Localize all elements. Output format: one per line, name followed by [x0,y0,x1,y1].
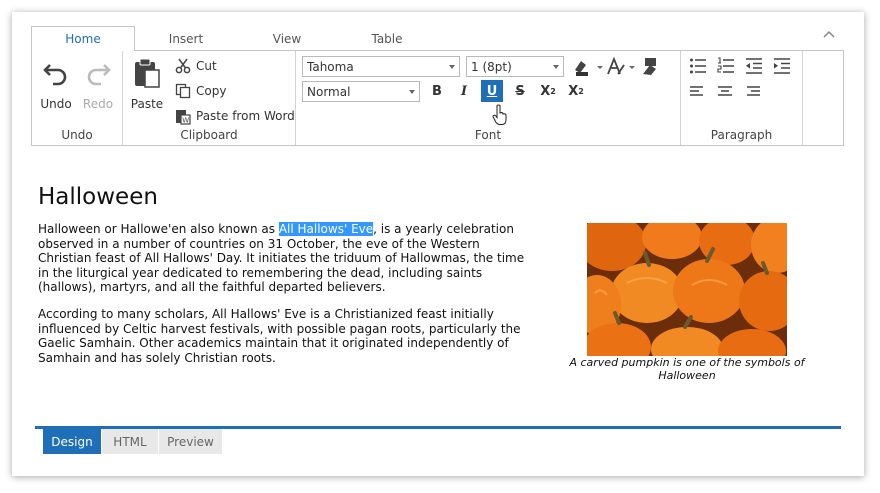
tab-design[interactable]: Design [43,429,101,454]
paragraph-style-select[interactable]: Normal [302,81,420,102]
paste-label: Paste [130,97,164,111]
align-right-button[interactable] [745,84,761,103]
undo-button[interactable]: Undo [36,57,76,111]
document-title: Halloween [38,184,158,210]
cut-button[interactable]: Cut [174,56,217,76]
pumpkin-image [587,223,787,356]
font-color-button[interactable] [605,56,627,78]
paste-from-word-button[interactable]: W Paste from Word [174,106,295,126]
bold-button[interactable]: B [426,80,448,102]
clear-format-button[interactable] [639,56,661,78]
align-left-button[interactable] [689,84,705,103]
tab-view[interactable]: View [253,26,321,51]
copy-icon [174,82,192,100]
image-caption: A carved pumpkin is one of the symbols o… [569,356,805,382]
highlight-color-icon [571,61,593,82]
paragraph-style-value: Normal [307,84,351,99]
paragraph-1: Halloween or Hallowe'en also known as Al… [38,222,528,295]
highlight-color-button[interactable] [571,56,593,78]
tab-table[interactable]: Table [351,26,423,51]
superscript-mark: 2 [550,86,556,96]
svg-text:W: W [182,116,189,124]
ribbon: Undo Redo Undo Paste Cut Copy W Paste fr… [31,50,844,146]
redo-icon [83,57,113,91]
chevron-up-icon[interactable] [822,28,836,40]
superscript-label: X [540,83,551,99]
paragraph-1-start: Halloween or Hallowe'en also known as [38,222,279,236]
selected-text: All Hallows' Eve [278,222,374,236]
tab-html[interactable]: HTML [102,429,158,454]
eraser-icon [639,58,661,82]
align-left-icon [689,84,705,103]
indent-button[interactable] [773,57,791,79]
font-family-select[interactable]: Tahoma [302,56,460,77]
chevron-down-icon [553,65,559,69]
font-color-icon [605,56,627,82]
copy-button[interactable]: Copy [174,81,226,101]
italic-button[interactable]: I [453,80,475,102]
bullet-list-icon [689,58,707,79]
tab-home[interactable]: Home [31,26,135,51]
align-right-icon [745,84,761,103]
undo-group: Undo Redo Undo [32,51,123,145]
chevron-down-icon [409,90,415,94]
clipboard-group-label: Clipboard [180,128,238,142]
tab-preview[interactable]: Preview [159,429,222,454]
copy-label: Copy [196,84,227,98]
undo-icon [41,57,71,91]
numbered-list-button[interactable] [717,57,735,79]
font-group-label: Font [474,128,502,142]
tab-insert[interactable]: Insert [148,26,224,51]
indent-icon [773,58,791,79]
font-size-value: 1 (8pt) [471,59,512,74]
redo-button[interactable]: Redo [78,57,118,111]
align-center-icon [717,84,733,103]
clipboard-group: Paste Cut Copy W Paste from Word Clipboa… [123,51,296,145]
superscript-button[interactable]: X2 [537,80,559,102]
chevron-down-icon[interactable] [629,66,635,69]
redo-label: Redo [82,97,114,111]
paste-button[interactable]: Paste [127,57,167,111]
bullet-list-button[interactable] [689,57,707,79]
underline-button[interactable]: U [481,80,503,102]
numbered-list-icon [717,57,735,79]
align-center-button[interactable] [717,84,733,103]
subscript-mark: 2 [578,86,584,96]
paragraph-group: Paragraph [681,51,803,145]
font-group: Tahoma 1 (8pt) Normal B I U S X2 X2 Font [296,51,681,145]
cut-label: Cut [196,59,217,73]
subscript-label: X [568,83,579,99]
scissors-icon [174,57,192,75]
font-size-select[interactable]: 1 (8pt) [466,56,564,77]
paste-word-icon: W [174,107,192,125]
undo-group-label: Undo [61,128,93,142]
paste-icon [132,57,162,93]
strikethrough-button[interactable]: S [509,80,531,102]
outdent-button[interactable] [745,57,763,79]
font-family-value: Tahoma [307,59,354,74]
hand-cursor-icon [492,104,508,130]
chevron-down-icon [449,65,455,69]
undo-label: Undo [40,97,72,111]
subscript-button[interactable]: X2 [565,80,587,102]
html-editor-window: Home Insert View Table Undo Redo Undo Pa… [12,12,864,476]
paste-from-word-label: Paste from Word [196,109,295,123]
paragraph-2: According to many scholars, All Hallows'… [38,307,521,365]
outdent-icon [745,58,763,79]
paragraph-group-label: Paragraph [710,128,773,142]
chevron-down-icon[interactable] [597,66,603,69]
